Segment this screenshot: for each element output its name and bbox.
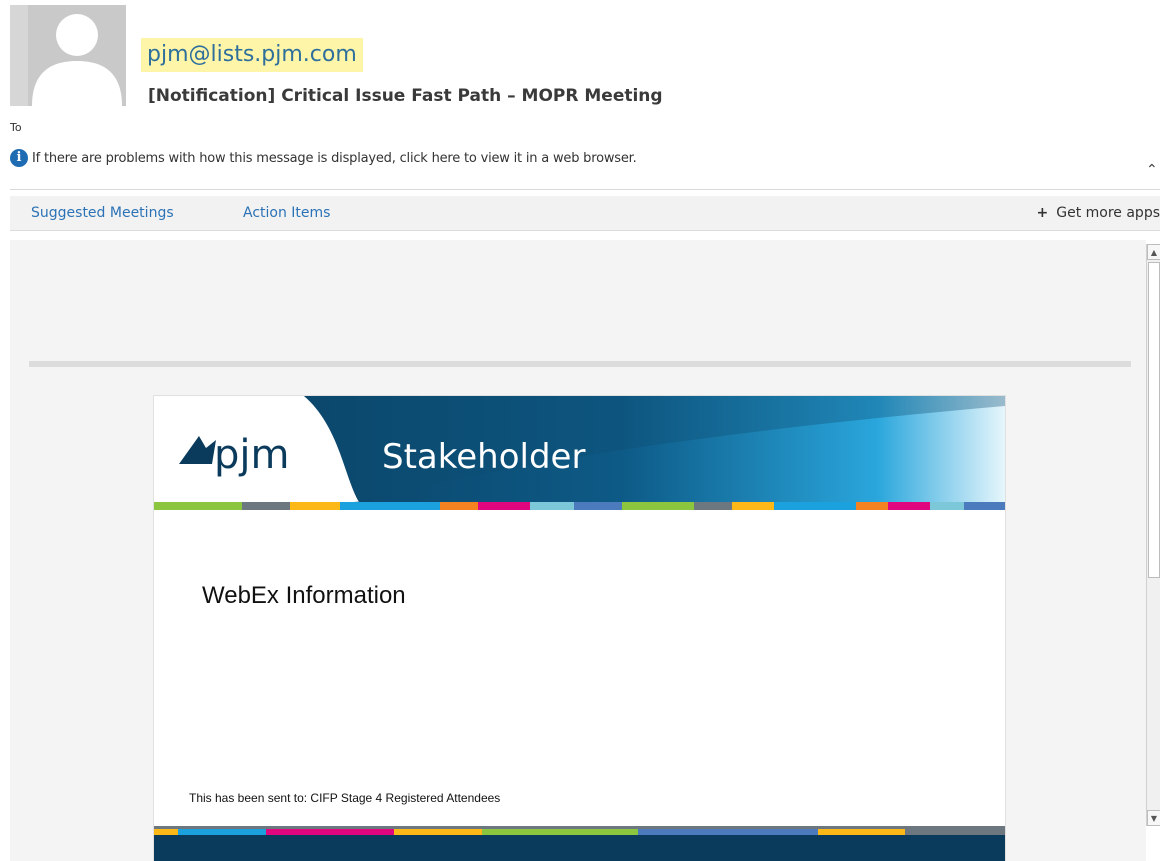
get-more-apps-button[interactable]: + Get more apps [1037, 196, 1160, 230]
sender-address[interactable]: pjm@lists.pjm.com [141, 38, 363, 72]
message-body: pjm Stakeholder WebEx Information This h… [10, 240, 1146, 861]
scroll-thumb[interactable] [1148, 262, 1160, 578]
sender-avatar [10, 5, 126, 106]
plus-icon: + [1036, 205, 1049, 221]
webex-heading: WebEx Information [202, 582, 406, 609]
sent-to-text: This has been sent to: CIFP Stage 4 Regi… [189, 791, 501, 805]
get-more-apps-label: Get more apps [1056, 205, 1160, 221]
email-subject: [Notification] Critical Issue Fast Path … [148, 86, 663, 106]
stakeholder-banner: pjm Stakeholder [154, 396, 1005, 502]
person-silhouette-icon [32, 14, 122, 106]
body-divider [29, 361, 1131, 367]
message-scrollbar[interactable]: ▲ ▼ [1146, 244, 1160, 826]
banner-title: Stakeholder [382, 437, 585, 477]
email-card: pjm Stakeholder WebEx Information This h… [153, 395, 1006, 861]
color-stripe [154, 502, 1005, 510]
scroll-down-arrow[interactable]: ▼ [1147, 810, 1160, 826]
apps-bar: Suggested Meetings Action Items + Get mor… [10, 196, 1160, 231]
suggested-meetings-link[interactable]: Suggested Meetings [31, 196, 174, 230]
info-bar[interactable]: i If there are problems with how this me… [10, 148, 637, 168]
to-label: To [10, 121, 22, 134]
info-circle-icon: i [10, 149, 28, 167]
action-items-link[interactable]: Action Items [243, 196, 330, 230]
pjm-logo-text: pjm [214, 432, 289, 478]
chevron-up-icon[interactable]: ⌃ [1146, 162, 1158, 178]
scroll-up-arrow[interactable]: ▲ [1147, 244, 1160, 260]
footer-color-stripe [154, 829, 1005, 835]
header-divider [10, 189, 1160, 190]
view-in-browser-link[interactable]: If there are problems with how this mess… [32, 151, 637, 166]
